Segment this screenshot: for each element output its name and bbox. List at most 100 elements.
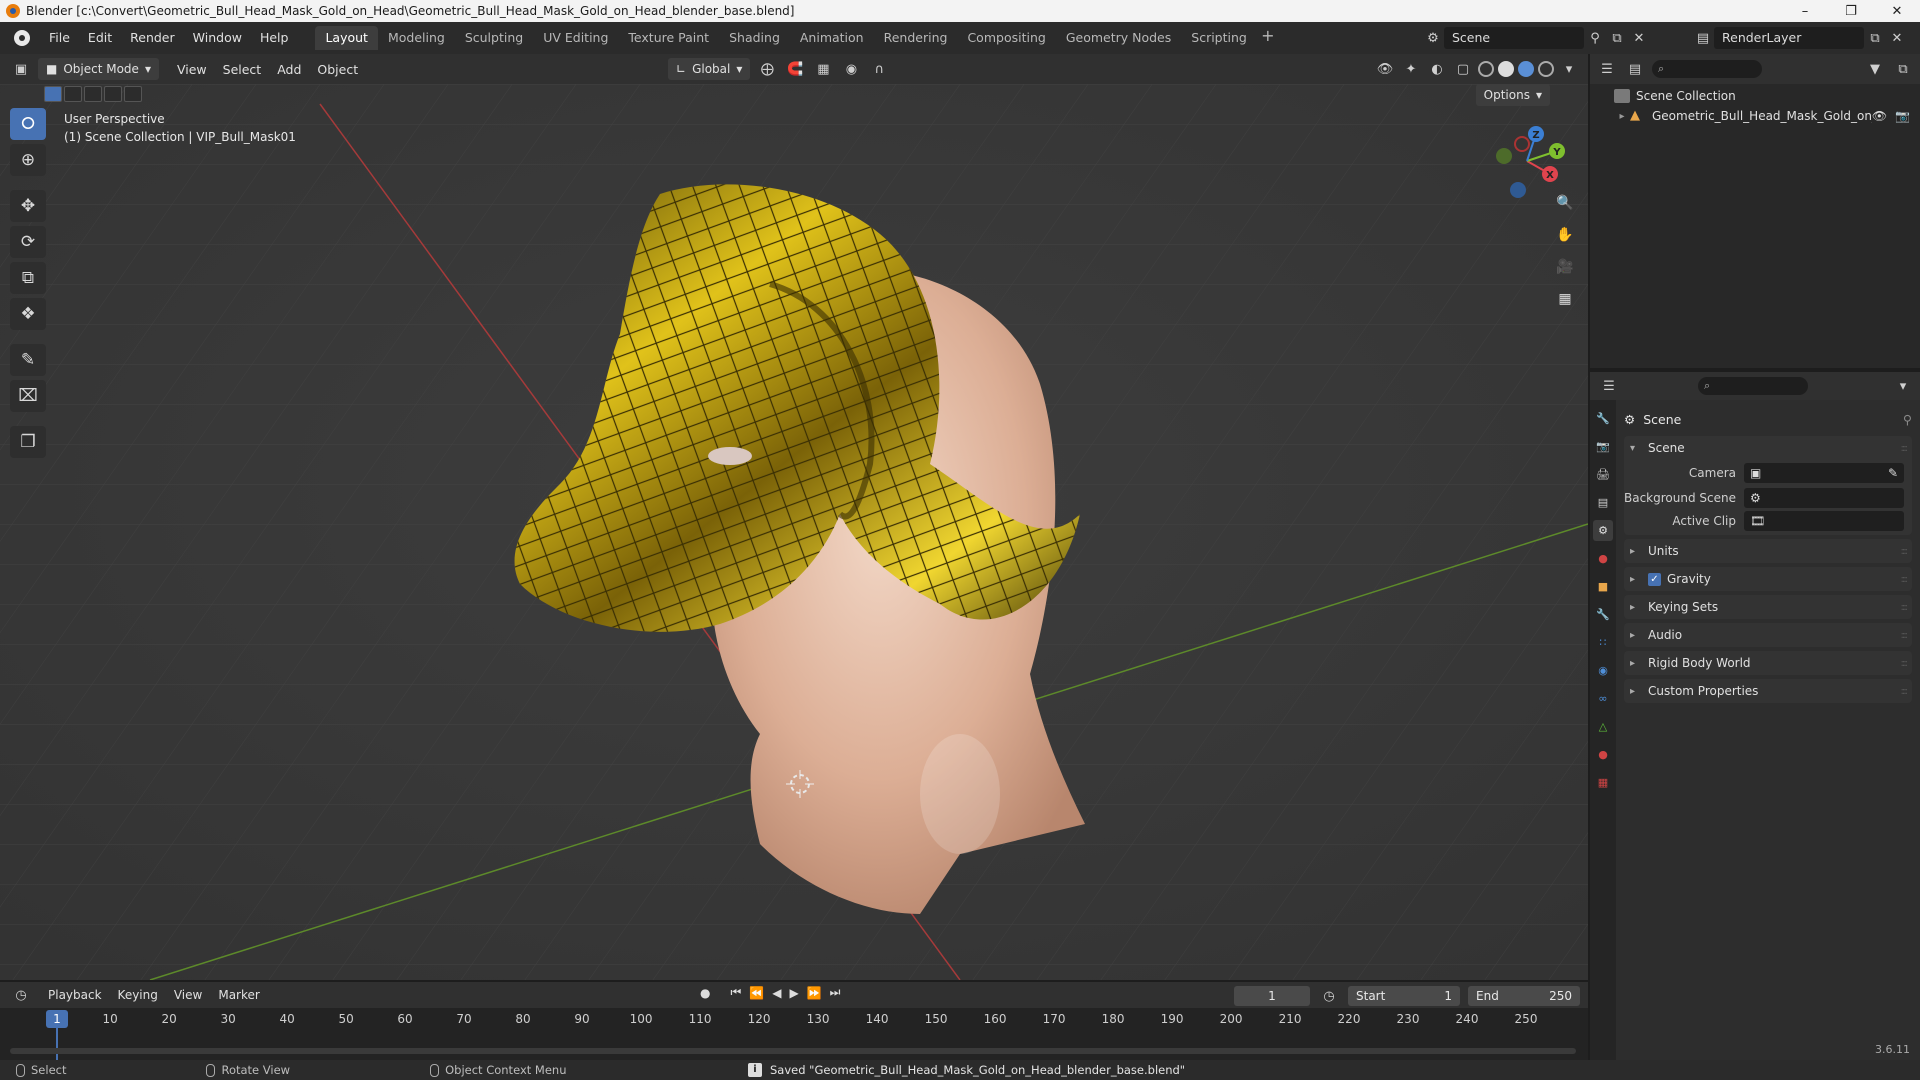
drag-grip-icon[interactable]: :::: (1901, 546, 1909, 557)
object-tab-icon[interactable]: ■ (1593, 576, 1613, 597)
properties-editor-type-icon[interactable]: ☰ (1598, 375, 1620, 397)
add-cube-tool-icon[interactable]: ❐ (10, 426, 46, 458)
tab-compositing[interactable]: Compositing (957, 26, 1055, 50)
measure-tool-icon[interactable]: ⌧ (10, 380, 46, 412)
blender-logo-icon[interactable] (8, 24, 36, 52)
timeline-editor-type-icon[interactable]: ◷ (10, 984, 32, 1006)
annotate-tool-icon[interactable]: ✎ (10, 344, 46, 376)
view-layer-icon[interactable]: ▤ (1692, 27, 1714, 49)
camera-field[interactable]: ▣ ✎ (1744, 462, 1904, 483)
rotate-tool-icon[interactable]: ⟳ (10, 226, 46, 258)
menu-window[interactable]: Window (184, 27, 251, 49)
clock-icon[interactable]: ◷ (1318, 985, 1340, 1007)
pin-icon[interactable]: ⚲ (1903, 412, 1912, 427)
view-layer-tab-icon[interactable]: ▤ (1593, 492, 1613, 513)
drag-grip-icon[interactable]: :::: (1901, 686, 1909, 697)
tab-scripting[interactable]: Scripting (1181, 26, 1257, 50)
tab-animation[interactable]: Animation (790, 26, 874, 50)
pan-hand-icon[interactable]: ✋ (1552, 222, 1578, 248)
new-collection-icon[interactable]: ⧉ (1892, 58, 1914, 80)
render-camera-icon[interactable]: 📷 (1895, 109, 1910, 123)
jump-end-icon[interactable]: ⏭ (830, 985, 841, 1000)
timeline-scrollbar[interactable] (10, 1048, 1576, 1054)
expand-arrow-icon[interactable]: ▸ (1614, 111, 1630, 122)
tab-rendering[interactable]: Rendering (874, 26, 958, 50)
custom-properties-panel[interactable]: ▸ Custom Properties:::: (1624, 679, 1912, 703)
transform-tool-icon[interactable]: ❖ (10, 298, 46, 330)
scene-panel-header[interactable]: ▾ Scene :::: (1624, 436, 1912, 460)
properties-options-icon[interactable]: ▾ (1892, 375, 1914, 397)
orientation-dropdown[interactable]: ∟ Global ▾ (668, 58, 751, 80)
filter-icon[interactable]: ▼ (1864, 58, 1886, 80)
viewport-menu-view[interactable]: View (169, 62, 215, 77)
material-tab-icon[interactable]: ● (1593, 744, 1613, 765)
menu-help[interactable]: Help (251, 27, 298, 49)
select-invert-icon[interactable] (104, 86, 122, 102)
scene-tab-icon[interactable]: ⚙ (1593, 520, 1613, 541)
eyedropper-icon[interactable]: ✎ (1888, 466, 1898, 480)
options-dropdown[interactable]: Options ▾ (1475, 84, 1550, 106)
outliner-item[interactable]: ▸ ▲ Geometric_Bull_Head_Mask_Gold_on_H 👁… (1590, 106, 1920, 126)
rigid-body-world-panel[interactable]: ▸ Rigid Body World:::: (1624, 651, 1912, 675)
timeline-menu-playback[interactable]: Playback (40, 988, 110, 1002)
drag-grip-icon[interactable]: :::: (1901, 658, 1909, 669)
select-extend-icon[interactable] (64, 86, 82, 102)
zoom-icon[interactable]: 🔍 (1552, 190, 1578, 216)
wireframe-shading-icon[interactable] (1478, 61, 1494, 77)
outliner-search-input[interactable]: ⌕ (1652, 60, 1762, 78)
visibility-icon[interactable]: 👁 (1374, 58, 1396, 80)
outliner-scene-collection[interactable]: Scene Collection (1590, 86, 1920, 106)
world-tab-icon[interactable]: ● (1593, 548, 1613, 569)
minimize-button[interactable]: – (1782, 0, 1828, 22)
gravity-panel[interactable]: ▸ ✓ Gravity:::: (1624, 567, 1912, 591)
eye-icon[interactable]: 👁 (1872, 109, 1887, 123)
snap-icon[interactable]: 🧲 (784, 58, 806, 80)
menu-edit[interactable]: Edit (79, 27, 121, 49)
drag-grip-icon[interactable]: :::: (1901, 602, 1909, 613)
properties-search-input[interactable]: ⌕ (1698, 377, 1808, 395)
end-frame-field[interactable]: End 250 (1468, 986, 1580, 1006)
delete-scene-icon[interactable]: ✕ (1628, 27, 1650, 49)
scene-name-field[interactable]: Scene (1444, 27, 1584, 49)
timeline-menu-keying[interactable]: Keying (110, 988, 166, 1002)
tab-uv-editing[interactable]: UV Editing (533, 26, 618, 50)
falloff-icon[interactable]: ∩ (868, 58, 890, 80)
physics-tab-icon[interactable]: ◉ (1593, 660, 1613, 681)
xray-icon[interactable]: ▢ (1452, 58, 1474, 80)
perspective-toggle-icon[interactable]: ▦ (1552, 286, 1578, 312)
outliner-editor-type-icon[interactable]: ☰ (1596, 58, 1618, 80)
drag-grip-icon[interactable]: :::: (1901, 443, 1909, 454)
play-icon[interactable]: ▶ (789, 986, 798, 1000)
output-tab-icon[interactable]: 🖨 (1593, 464, 1613, 485)
camera-view-icon[interactable]: 🎥 (1552, 254, 1578, 280)
gravity-checkbox[interactable]: ✓ (1648, 572, 1661, 586)
material-preview-shading-icon[interactable] (1518, 61, 1534, 77)
editor-type-icon[interactable]: ▣ (10, 58, 32, 80)
tab-sculpting[interactable]: Sculpting (455, 26, 533, 50)
maximize-button[interactable]: ❐ (1828, 0, 1874, 22)
render-tab-icon[interactable]: 📷 (1593, 436, 1613, 457)
texture-tab-icon[interactable]: ▦ (1593, 772, 1613, 793)
record-icon[interactable]: ● (700, 986, 710, 1000)
cursor-tool-icon[interactable]: ⊕ (10, 144, 46, 176)
tab-geometry-nodes[interactable]: Geometry Nodes (1056, 26, 1181, 50)
move-tool-icon[interactable]: ✥ (10, 190, 46, 222)
timeline-menu-marker[interactable]: Marker (210, 988, 267, 1002)
start-frame-field[interactable]: Start 1 (1348, 986, 1460, 1006)
select-subtract-icon[interactable] (84, 86, 102, 102)
close-window-button[interactable]: ✕ (1874, 0, 1920, 22)
keying-sets-panel[interactable]: ▸ Keying Sets:::: (1624, 595, 1912, 619)
snap-target-icon[interactable]: ▦ (812, 58, 834, 80)
shading-options-icon[interactable]: ▾ (1558, 58, 1580, 80)
select-new-icon[interactable] (44, 86, 62, 102)
scale-tool-icon[interactable]: ⧉ (10, 262, 46, 294)
particles-tab-icon[interactable]: ∷ (1593, 632, 1613, 653)
select-intersect-icon[interactable] (124, 86, 142, 102)
units-panel[interactable]: ▸ Units:::: (1624, 539, 1912, 563)
tool-tab-icon[interactable]: 🔧 (1593, 408, 1613, 429)
menu-render[interactable]: Render (121, 27, 184, 49)
render-layer-field[interactable]: RenderLayer (1714, 27, 1864, 49)
proportional-editing-icon[interactable]: ◉ (840, 58, 862, 80)
overlay-toggle-icon[interactable]: ◐ (1426, 58, 1448, 80)
viewport-menu-add[interactable]: Add (269, 62, 309, 77)
